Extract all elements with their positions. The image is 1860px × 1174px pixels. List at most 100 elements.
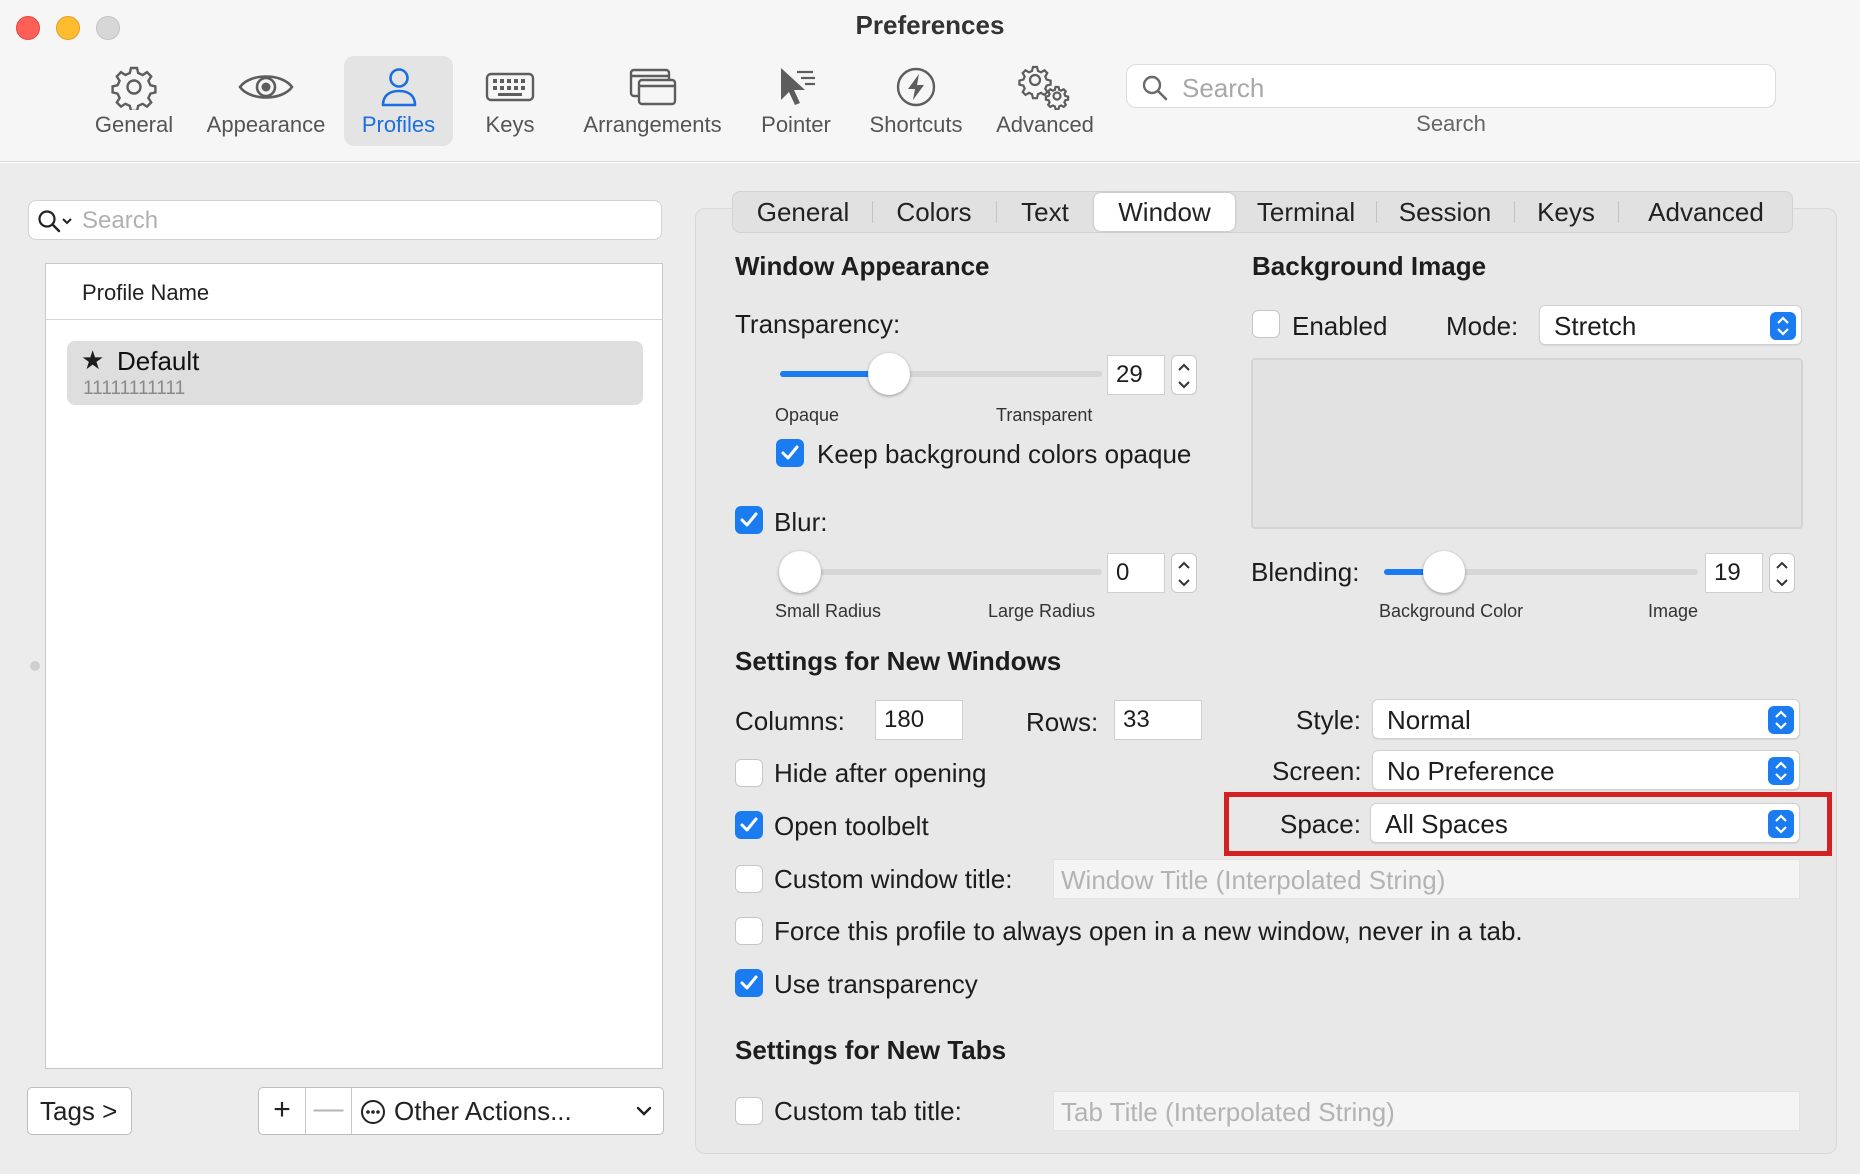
style-label: Style: xyxy=(1296,705,1362,735)
transparency-max-label: Transparent xyxy=(996,405,1093,425)
search-filter-icon xyxy=(38,210,72,233)
profile-settings-panel xyxy=(695,208,1837,1154)
bg-enabled-checkbox[interactable] xyxy=(1252,310,1280,338)
toolbar-shortcuts-label: Shortcuts xyxy=(869,112,963,137)
blur-stepper[interactable] xyxy=(1171,553,1197,593)
use-transparency-checkbox[interactable] xyxy=(735,969,763,997)
toolbar-profiles[interactable]: Profiles xyxy=(344,56,453,146)
other-actions-label: Other Actions... xyxy=(394,1096,572,1126)
blending-label: Blending: xyxy=(1251,557,1360,587)
toolbar-keys[interactable]: Keys xyxy=(473,56,547,146)
toolbar-appearance[interactable]: Appearance xyxy=(200,56,332,146)
tab-window[interactable]: Window xyxy=(1094,193,1235,231)
force-new-window-label: Force this profile to always open in a n… xyxy=(774,916,1523,946)
toolbar-keys-label: Keys xyxy=(485,112,535,137)
screen-label: Screen: xyxy=(1272,756,1362,786)
columns-field[interactable]: 180 xyxy=(875,700,963,740)
bg-mode-label: Mode: xyxy=(1446,311,1519,341)
custom-window-title-checkbox[interactable] xyxy=(735,865,763,893)
transparency-min-label: Opaque xyxy=(775,405,840,425)
columns-label: Columns: xyxy=(735,706,845,736)
tab-general[interactable]: General xyxy=(735,192,871,232)
tab-keys[interactable]: Keys xyxy=(1515,192,1617,232)
blur-value-field[interactable]: 0 xyxy=(1107,553,1165,593)
popup-arrows-icon xyxy=(1775,710,1787,730)
rows-label: Rows: xyxy=(1026,707,1099,737)
open-toolbelt-checkbox[interactable] xyxy=(735,811,763,839)
bg-enabled-label: Enabled xyxy=(1292,311,1388,341)
keep-bg-opaque-checkbox[interactable] xyxy=(776,439,804,467)
profile-list-header[interactable]: Profile Name xyxy=(46,264,662,320)
toolbar-pointer-label: Pointer xyxy=(761,112,831,137)
toolbar-shortcuts[interactable]: Shortcuts xyxy=(862,56,970,146)
tab-advanced[interactable]: Advanced xyxy=(1619,192,1793,232)
search-placeholder: Search xyxy=(1182,73,1265,103)
space-highlight-annotation xyxy=(1224,792,1832,856)
search-caption: Search xyxy=(1416,111,1486,136)
profile-name-column-header: Profile Name xyxy=(82,280,210,305)
toolbar-appearance-label: Appearance xyxy=(206,112,326,137)
transparency-slider[interactable] xyxy=(780,371,1102,377)
tags-button[interactable]: Tags > xyxy=(27,1087,132,1135)
blending-value-field[interactable]: 19 xyxy=(1705,553,1763,593)
force-new-window-checkbox[interactable] xyxy=(735,917,763,945)
person-icon xyxy=(381,68,416,107)
background-image-heading: Background Image xyxy=(1252,251,1487,281)
stepper-arrows-icon xyxy=(1178,561,1190,587)
toolbar-advanced-label: Advanced xyxy=(996,112,1094,137)
new-windows-heading: Settings for New Windows xyxy=(735,646,1062,676)
profile-list[interactable]: Profile Name ★ Default 11111111111 xyxy=(45,263,663,1069)
transparency-slider-knob[interactable] xyxy=(868,353,910,395)
bolt-icon xyxy=(896,67,936,107)
toolbar-general-label: General xyxy=(94,112,174,137)
screen-value: No Preference xyxy=(1387,756,1555,786)
blur-slider[interactable] xyxy=(780,569,1102,575)
profile-search-placeholder: Search xyxy=(82,207,159,234)
blur-checkbox[interactable] xyxy=(735,506,763,534)
split-handle[interactable] xyxy=(30,661,40,671)
gears-icon xyxy=(1018,65,1070,110)
custom-window-title-field[interactable]: Window Title (Interpolated String) xyxy=(1053,859,1800,899)
blur-slider-knob[interactable] xyxy=(779,551,821,593)
gear-icon xyxy=(111,66,157,110)
style-popup[interactable]: Normal xyxy=(1372,699,1800,739)
star-icon: ★ xyxy=(81,345,105,375)
transparency-stepper[interactable] xyxy=(1171,355,1197,395)
use-transparency-label: Use transparency xyxy=(774,969,978,999)
preferences-search-input[interactable]: Search xyxy=(1126,64,1776,108)
other-actions-menu[interactable]: Other Actions... xyxy=(352,1088,663,1134)
tab-session[interactable]: Session xyxy=(1377,192,1513,232)
hide-after-opening-label: Hide after opening xyxy=(774,758,987,788)
profile-search-input[interactable]: Search xyxy=(28,200,662,240)
ellipsis-circle-icon xyxy=(361,1100,385,1124)
custom-tab-title-placeholder: Tab Title (Interpolated String) xyxy=(1061,1097,1395,1127)
toolbar-pointer[interactable]: Pointer xyxy=(752,56,840,146)
toolbar-arrangements[interactable]: Arrangements xyxy=(575,56,730,146)
blending-stepper[interactable] xyxy=(1769,553,1795,593)
bg-image-well[interactable] xyxy=(1251,358,1803,529)
popup-arrows-icon xyxy=(1777,316,1789,336)
transparency-value-field[interactable]: 29 xyxy=(1107,355,1165,395)
custom-tab-title-checkbox[interactable] xyxy=(735,1097,763,1125)
keep-bg-opaque-label: Keep background colors opaque xyxy=(817,439,1192,469)
bg-mode-popup[interactable]: Stretch xyxy=(1539,305,1802,345)
custom-window-title-placeholder: Window Title (Interpolated String) xyxy=(1061,865,1446,895)
toolbar-general[interactable]: General xyxy=(88,56,180,146)
pointer-icon xyxy=(781,68,815,105)
tab-terminal[interactable]: Terminal xyxy=(1237,192,1375,232)
settings-tab-bar: General Colors Text Window Terminal Sess… xyxy=(732,191,1793,233)
screen-popup[interactable]: No Preference xyxy=(1372,750,1800,790)
hide-after-opening-checkbox[interactable] xyxy=(735,759,763,787)
custom-tab-title-field[interactable]: Tab Title (Interpolated String) xyxy=(1053,1091,1800,1131)
tags-button-label: Tags > xyxy=(40,1096,118,1126)
rows-field[interactable]: 33 xyxy=(1114,700,1202,740)
checkmark-icon xyxy=(740,817,758,832)
profile-name: Default xyxy=(117,346,200,376)
toolbar-advanced[interactable]: Advanced xyxy=(990,56,1100,146)
add-profile-button[interactable]: + xyxy=(259,1088,306,1134)
tab-text[interactable]: Text xyxy=(997,192,1093,232)
remove-profile-button[interactable]: — xyxy=(306,1088,352,1134)
tab-colors[interactable]: Colors xyxy=(873,192,995,232)
blending-slider-knob[interactable] xyxy=(1423,551,1465,593)
profile-row-default[interactable]: ★ Default 11111111111 xyxy=(67,341,643,405)
